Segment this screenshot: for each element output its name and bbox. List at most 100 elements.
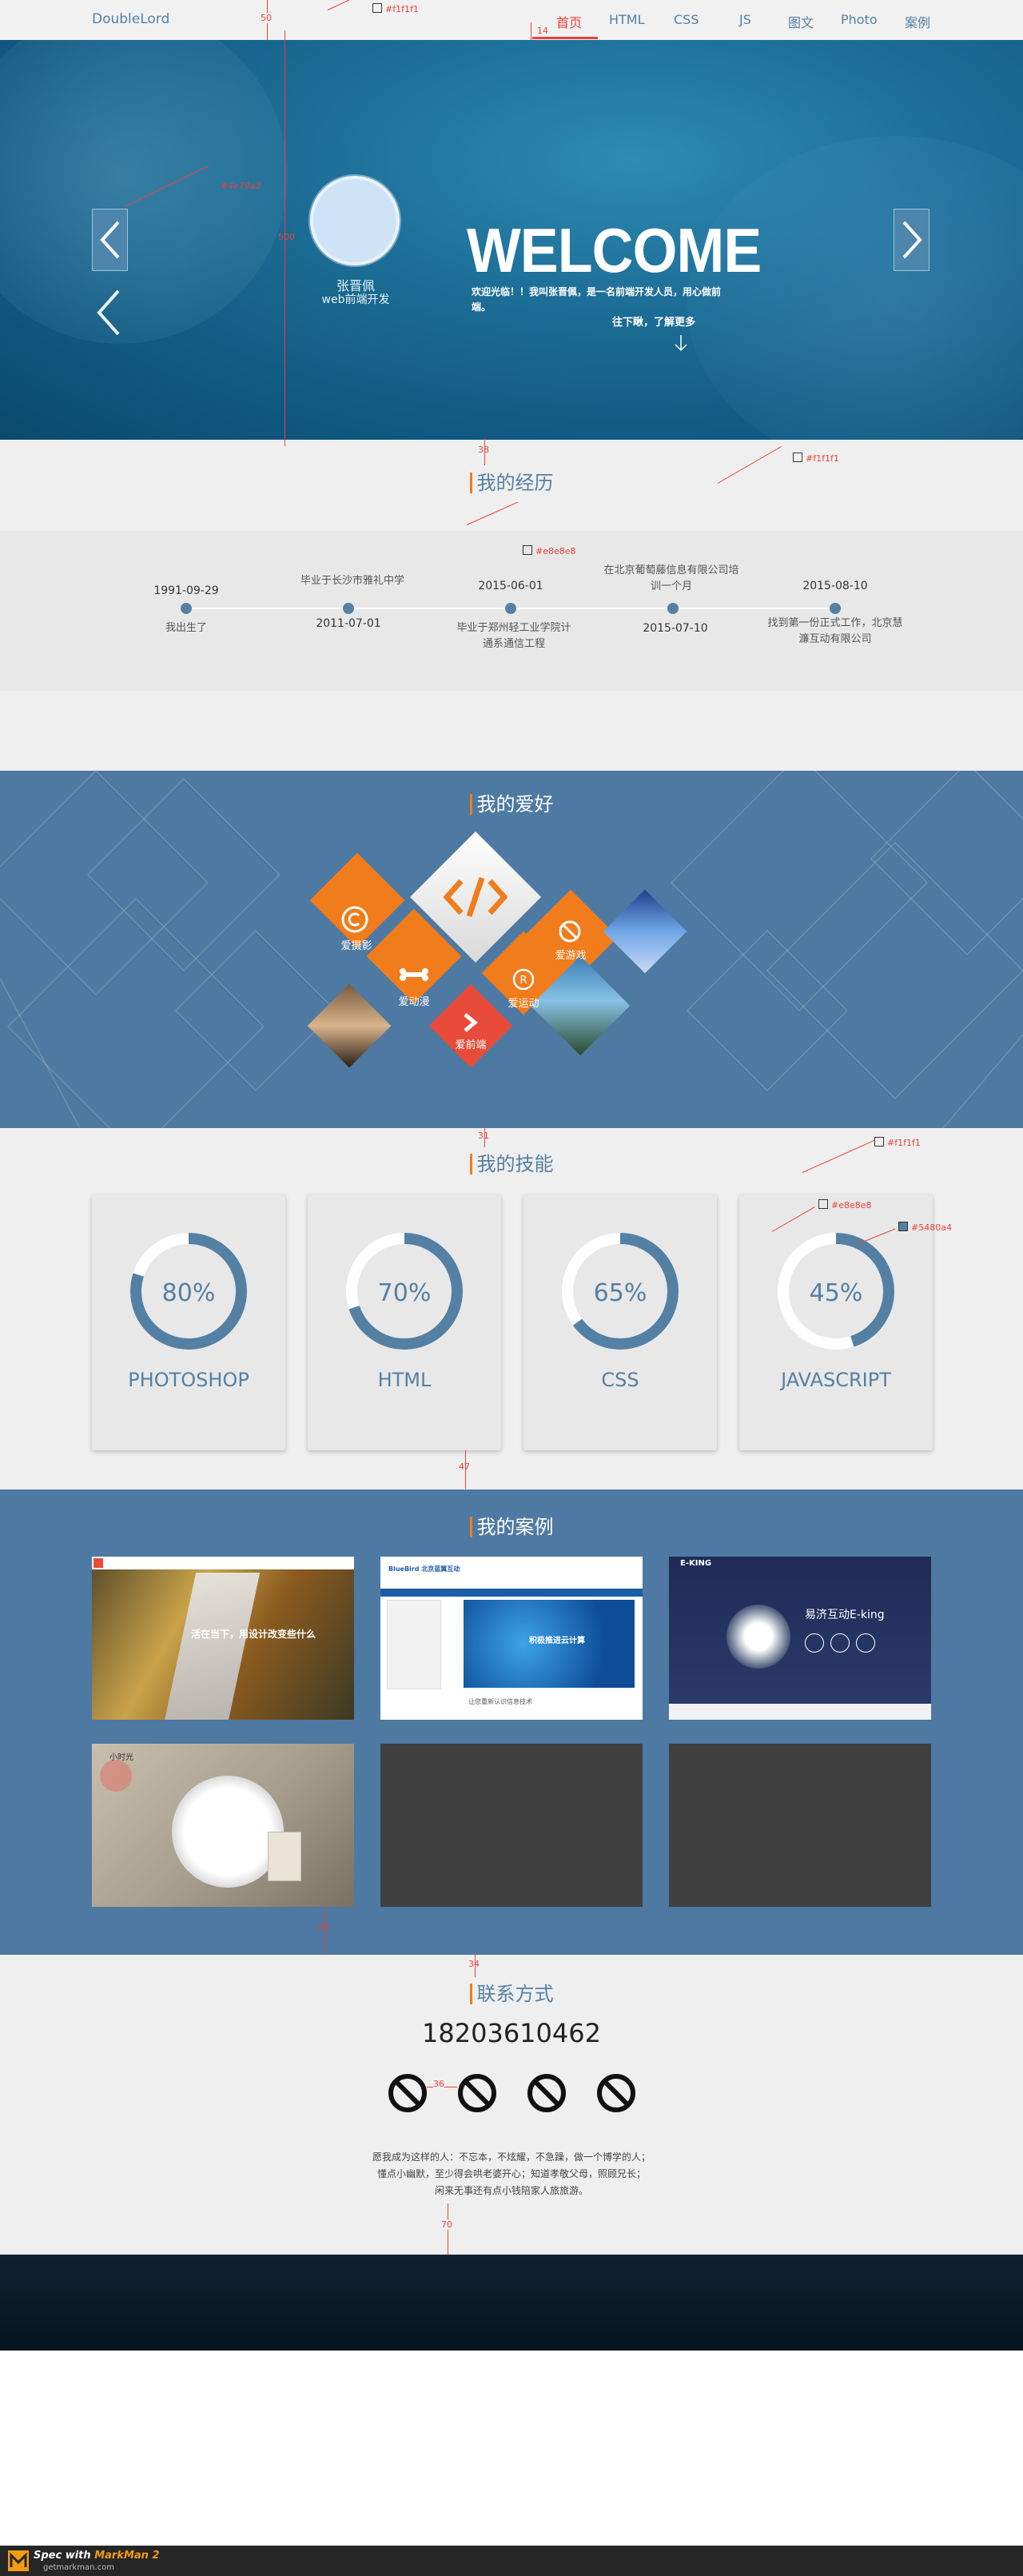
case-thumbnail-2[interactable]: BlueBird 北京蓝翼互动 积极推进云计算 让您重新认识信息技术 <box>380 1557 643 1720</box>
chevron-right-icon <box>464 1013 478 1032</box>
spec-color-value: #f1f1f1 <box>385 4 419 14</box>
no-sign-icon <box>559 920 581 943</box>
case-thumbnail-1[interactable]: 活在当下，用设计改变些什么 <box>92 1557 354 1720</box>
spec-value: 50 <box>261 13 272 23</box>
hobby-label-games: 爱游戏 <box>555 950 587 962</box>
case-header-bar <box>92 1557 354 1569</box>
avatar <box>310 176 400 265</box>
color-swatch <box>874 1137 884 1146</box>
chevron-left-icon <box>100 221 120 259</box>
timeline-date: 1991-09-29 <box>153 584 219 597</box>
case-circle-icon <box>805 1633 824 1653</box>
timeline-date: 2015-07-10 <box>643 622 708 635</box>
case-thumbnail-3[interactable]: E-KING 易济互动E-king <box>669 1557 931 1720</box>
site-logo[interactable]: DoubleLord <box>92 11 169 27</box>
case-brand: 小时光 <box>109 1753 133 1762</box>
skill-name: JAVASCRIPT <box>781 1369 891 1391</box>
timeline-desc: 找到第一份正式工作，北京慧濂互动有限公司 <box>767 617 903 645</box>
nav-item-cases[interactable]: 案例 <box>905 12 930 31</box>
spec-color-label: #e8e8e8 <box>818 1199 872 1210</box>
social-link-icon[interactable] <box>457 2073 497 2113</box>
skill-card: 80% PHOTOSHOP <box>92 1194 285 1450</box>
color-swatch <box>372 3 382 13</box>
markman-title: Spec with MarkMan 2 <box>34 2550 160 2562</box>
hobby-label-sports: 爱运动 <box>508 998 539 1010</box>
spec-color-label: #e8e8e8 <box>523 545 576 556</box>
case-footer-bar <box>669 1704 931 1720</box>
case-thumbnail-4[interactable]: 小时光 <box>92 1744 354 1907</box>
timeline-dot[interactable] <box>505 603 516 614</box>
nav-item-home[interactable]: 首页 <box>556 12 582 31</box>
hero-role: web前端开发 <box>321 293 390 306</box>
hero-banner: 张晋佩 web前端开发 WELCOME 欢迎光临！！我叫张晋佩，是一名前端开发人… <box>0 40 1023 440</box>
case-logo <box>94 1558 103 1568</box>
spec-color-value: #f1f1f1 <box>887 1138 921 1148</box>
case-headline: 易济互动E-king <box>805 1609 885 1621</box>
chevron-left-icon[interactable] <box>94 288 123 337</box>
hobbies-title: 我的爱好 <box>0 788 1023 816</box>
nav-item-html[interactable]: HTML <box>609 12 645 27</box>
timeline-dot[interactable] <box>343 603 354 614</box>
page-footer <box>0 2255 1023 2351</box>
hero-prev-button[interactable] <box>92 209 128 271</box>
nav-item-photo[interactable]: Photo <box>841 12 878 27</box>
hero-next-button[interactable] <box>894 209 929 271</box>
nav-active-underline <box>532 37 598 39</box>
hero-glow <box>687 136 1023 440</box>
skill-percent: 65% <box>593 1279 647 1307</box>
markman-logo-icon <box>8 2550 29 2571</box>
case-glass <box>100 1760 132 1792</box>
title-accent-bar <box>469 794 472 815</box>
hero-glow <box>0 40 288 344</box>
cases-title-text: 我的案例 <box>476 1516 554 1538</box>
motto-line: 愿我成为这样的人：不忘本，不炫耀，不急躁，做一个博学的人； <box>372 2151 651 2163</box>
copyright-icon <box>341 906 368 933</box>
contact-title: 联系方式 <box>0 1978 1023 2006</box>
case-nav-bar <box>380 1589 643 1597</box>
nav-item-js[interactable]: JS <box>739 12 751 27</box>
spec-color-label: #f1f1f1 <box>372 3 419 14</box>
chevron-right-icon <box>902 221 922 259</box>
cases-title: 我的案例 <box>0 1511 1023 1539</box>
color-swatch <box>818 1199 828 1209</box>
title-accent-bar <box>469 1517 472 1537</box>
spec-color-label: #f1f1f1 <box>793 453 839 464</box>
arrow-down-icon[interactable] <box>673 334 689 352</box>
social-link-icon[interactable] <box>388 2073 428 2113</box>
social-link-icon[interactable] <box>596 2073 636 2113</box>
color-swatch <box>898 1222 908 1231</box>
skills-title-text: 我的技能 <box>476 1153 554 1175</box>
learn-more-link[interactable]: 往下瞅，了解更多 <box>612 313 695 329</box>
spec-color-label: #f1f1f1 <box>874 1137 921 1148</box>
case-circle-icon <box>830 1633 850 1653</box>
markman-url[interactable]: getmarkman.com <box>43 2563 114 2572</box>
hero-welcome-heading: WELCOME <box>467 215 762 285</box>
nav-item-css[interactable]: CSS <box>674 12 699 27</box>
timeline-dot[interactable] <box>830 603 841 614</box>
timeline-date: 2015-06-01 <box>478 580 543 592</box>
title-accent-bar <box>469 473 472 493</box>
case-subline: 让您重新认识信息技术 <box>468 1698 532 1705</box>
skill-card: 65% CSS <box>523 1194 717 1450</box>
case-figure <box>163 1573 261 1720</box>
hero-intro-text: 欢迎光临！！我叫张晋佩，是一名前端开发人员，用心做前端。 <box>472 286 722 313</box>
top-nav: DoubleLord 首页 HTML CSS JS 图文 Photo 案例 <box>0 0 1023 40</box>
timeline-date: 2015-08-10 <box>802 580 868 592</box>
spec-value: 500 <box>278 232 295 242</box>
spec-value: 36 <box>433 2079 444 2089</box>
case-brand: E-KING <box>680 1559 712 1568</box>
experience-title-text: 我的经历 <box>476 472 554 494</box>
spec-color-label: #5480a4 <box>898 1222 952 1233</box>
hobby-label-photography: 爱摄影 <box>340 940 372 952</box>
spec-color-value: #f1f1f1 <box>806 453 839 464</box>
social-link-icon[interactable] <box>527 2073 567 2113</box>
skill-card: 45% JAVASCRIPT <box>739 1194 933 1450</box>
timeline-dot[interactable] <box>181 603 192 614</box>
title-accent-bar <box>469 1154 472 1174</box>
nav-item-graphic[interactable]: 图文 <box>788 12 814 31</box>
case-thumbnail-empty[interactable] <box>669 1744 931 1907</box>
case-thumbnail-empty[interactable] <box>380 1744 643 1907</box>
spec-value: 34 <box>468 1959 480 1969</box>
timeline-dot[interactable] <box>667 603 679 614</box>
timeline-date: 2011-07-01 <box>316 617 381 630</box>
